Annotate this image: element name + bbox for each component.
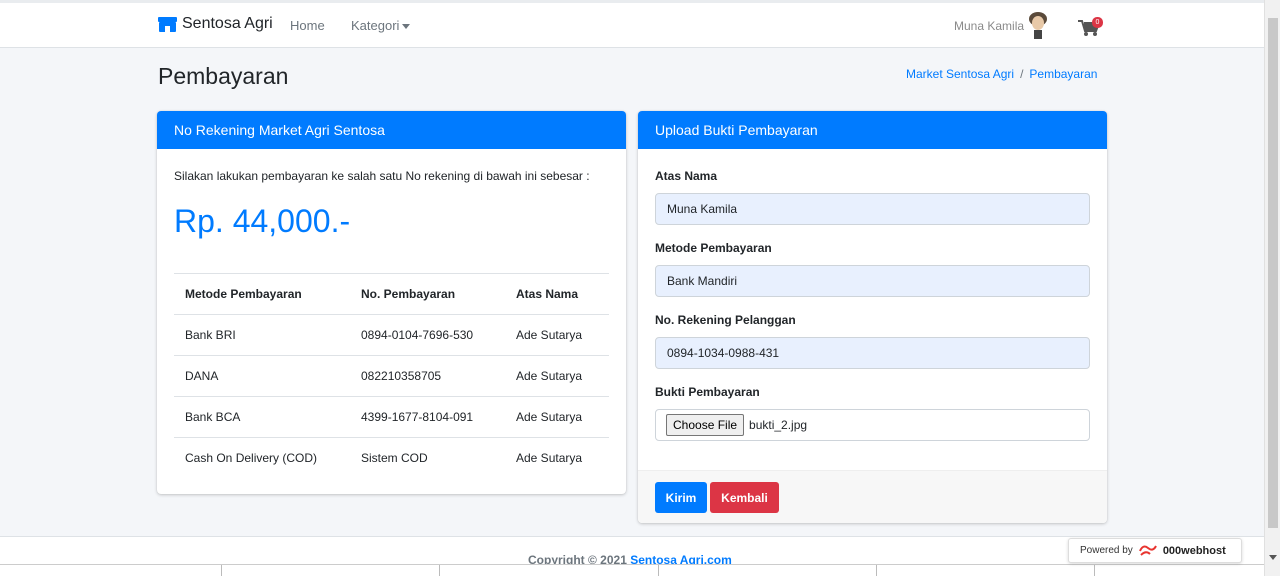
table-cell: DANA <box>174 355 350 397</box>
atas-nama-input[interactable]: Muna Kamila <box>655 193 1090 225</box>
kirim-button[interactable]: Kirim <box>655 482 707 513</box>
table-row: Bank BRI 0894-0104-7696-530 Ade Sutarya <box>174 314 609 356</box>
rekening-card: No Rekening Market Agri Sentosa Silakan … <box>157 111 626 494</box>
column-header: Metode Pembayaran <box>174 273 350 315</box>
table-cell: Ade Sutarya <box>505 437 609 479</box>
divider <box>439 565 440 576</box>
store-icon <box>158 16 177 32</box>
divider <box>658 565 659 576</box>
divider <box>221 565 222 576</box>
kembali-button[interactable]: Kembali <box>710 482 779 513</box>
table-row: Bank BCA 4399-1677-8104-091 Ade Sutarya <box>174 396 609 438</box>
rekening-input[interactable]: 0894-1034-0988-431 <box>655 337 1090 369</box>
file-upload-field: Choose File bukti_2.jpg <box>655 409 1090 441</box>
top-navbar: Sentosa Agri Home Kategori Muna Kamila 0 <box>0 0 1264 48</box>
scroll-down-arrow-icon[interactable] <box>1269 555 1277 560</box>
nav-kategori-dropdown[interactable]: Kategori <box>351 18 411 33</box>
avatar[interactable] <box>1026 11 1050 39</box>
breadcrumb: Market Sentosa Agri / Pembayaran <box>906 67 1097 81</box>
brand-name: Sentosa Agri <box>182 15 273 32</box>
page-title: Pembayaran <box>158 63 289 89</box>
divider <box>876 565 877 576</box>
breadcrumb-home-link[interactable]: Market Sentosa Agri <box>906 67 1014 81</box>
scroll-thumb[interactable] <box>1268 18 1278 528</box>
rekening-card-title: No Rekening Market Agri Sentosa <box>157 111 626 149</box>
caret-down-icon <box>402 24 411 30</box>
nav-kategori-label: Kategori <box>351 18 400 33</box>
table-cell: Ade Sutarya <box>505 314 609 356</box>
rekening-table: Metode Pembayaran No. Pembayaran Atas Na… <box>174 273 609 479</box>
table-cell: Bank BRI <box>174 314 350 356</box>
upload-card-title: Upload Bukti Pembayaran <box>638 111 1107 149</box>
table-cell: Sistem COD <box>350 437 505 479</box>
table-header-row: Metode Pembayaran No. Pembayaran Atas Na… <box>174 273 609 315</box>
upload-card-footer: Kirim Kembali <box>638 470 1107 523</box>
webhost-logo-icon <box>1138 545 1157 556</box>
metode-label: Metode Pembayaran <box>655 241 772 255</box>
table-cell: 082210358705 <box>350 355 505 397</box>
user-name[interactable]: Muna Kamila <box>954 19 1024 33</box>
breadcrumb-current[interactable]: Pembayaran <box>1029 67 1097 81</box>
bottom-bar <box>0 564 1264 576</box>
table-cell: Cash On Delivery (COD) <box>174 437 350 479</box>
host-name: 000webhost <box>1162 544 1226 557</box>
rekening-label: No. Rekening Pelanggan <box>655 313 796 327</box>
atas-nama-label: Atas Nama <box>655 169 718 183</box>
breadcrumb-separator: / <box>1020 67 1024 81</box>
powered-by-text: Powered by <box>1080 545 1133 556</box>
table-cell: Ade Sutarya <box>505 355 609 397</box>
choose-file-button[interactable]: Choose File <box>666 414 745 436</box>
divider <box>1094 565 1095 576</box>
table-row: Cash On Delivery (COD) Sistem COD Ade Su… <box>174 437 609 479</box>
nav-home[interactable]: Home <box>290 18 325 33</box>
file-name: bukti_2.jpg <box>749 418 808 432</box>
scrollbar[interactable] <box>1264 0 1280 576</box>
table-cell: 4399-1677-8104-091 <box>350 396 505 438</box>
upload-card: Upload Bukti Pembayaran Atas Nama Muna K… <box>638 111 1107 523</box>
payment-instruction: Silakan lakukan pembayaran ke salah satu… <box>174 169 590 183</box>
column-header: Atas Nama <box>505 273 609 315</box>
column-header: No. Pembayaran <box>350 273 505 315</box>
table-cell: 0894-0104-7696-530 <box>350 314 505 356</box>
powered-by-badge[interactable]: Powered by 000webhost <box>1068 538 1242 563</box>
brand-link[interactable]: Sentosa Agri <box>158 15 273 33</box>
table-cell: Ade Sutarya <box>505 396 609 438</box>
payment-amount: Rp. 44,000.- <box>174 203 351 239</box>
bukti-label: Bukti Pembayaran <box>655 385 760 399</box>
table-row: DANA 082210358705 Ade Sutarya <box>174 355 609 397</box>
table-cell: Bank BCA <box>174 396 350 438</box>
cart-count-badge: 0 <box>1092 17 1103 28</box>
metode-input[interactable]: Bank Mandiri <box>655 265 1090 297</box>
